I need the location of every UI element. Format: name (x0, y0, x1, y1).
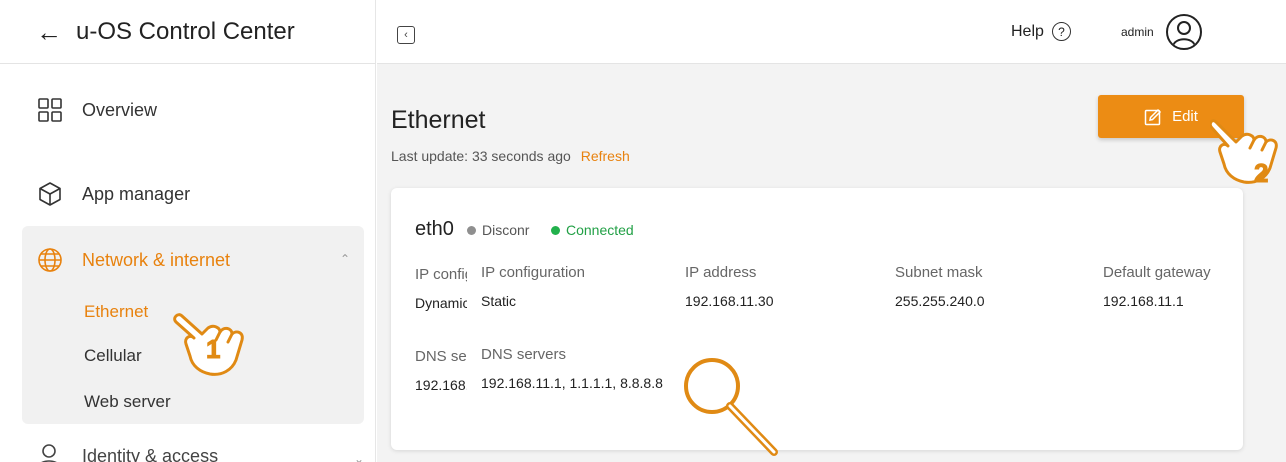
avatar-icon (1165, 14, 1202, 50)
help-button[interactable]: Help ? (1011, 22, 1071, 41)
ip-configuration: IP configuration Static (481, 264, 585, 309)
collapse-sidebar-icon[interactable]: ‹ (397, 26, 415, 44)
field-label: IP address (685, 264, 757, 281)
field-value: 255.255.240.0 (895, 293, 985, 309)
grid-icon (36, 96, 64, 124)
main-content: ‹ Help ? admin Ethernet Last update: 33 … (377, 0, 1286, 462)
magnifier-icon (684, 358, 778, 456)
refresh-link[interactable]: Refresh (581, 148, 630, 164)
last-update-text: Last update: 33 seconds ago (391, 148, 571, 164)
sidebar-item-network[interactable]: Network & internet (36, 246, 230, 274)
field-value: Static (481, 293, 517, 309)
help-label: Help (1011, 22, 1044, 40)
sidebar-subitem-ethernet[interactable]: Ethernet (84, 302, 148, 322)
sidebar: ← u-OS Control Center Overview App manag… (0, 0, 376, 462)
pointer-hand-step2-icon (1210, 119, 1278, 184)
sidebar-item-label: Identity & access (82, 445, 219, 462)
sidebar-item-label: App manager (82, 183, 191, 204)
field-value: 192.168.11.1, 1.1.1.1, 8.8.8.8 (481, 375, 663, 391)
edit-icon (1144, 108, 1162, 125)
user-menu[interactable]: admin (1121, 14, 1202, 50)
field-label: Subnet mask (895, 264, 983, 281)
status-badge: Connected (551, 222, 634, 238)
sidebar-header: ← u-OS Control Center (0, 0, 376, 64)
edit-label: Edit (1172, 108, 1198, 125)
field-value: 192.168.11.30 (685, 293, 774, 309)
chevron-up-icon[interactable]: ⌃ (340, 252, 350, 266)
status-dot-icon (467, 225, 476, 235)
question-icon: ? (1051, 22, 1071, 41)
status-text: Disconr (482, 222, 530, 238)
interface-name: eth0 (415, 218, 454, 240)
last-update: Last update: 33 seconds ago Refresh (391, 148, 630, 164)
identity-icon (36, 442, 64, 462)
sidebar-item-app-manager[interactable]: App manager (36, 180, 190, 208)
step1-number: 1 (205, 334, 221, 365)
status-old: Disconr (467, 222, 545, 238)
field-value: 192.168.11.1 (1103, 293, 1184, 309)
subnet-mask: Subnet mask 255.255.240.0 (895, 264, 985, 309)
sidebar-item-label: Network & internet (82, 249, 231, 270)
default-gateway: Default gateway 192.168.11.1 (1103, 264, 1211, 309)
sidebar-subitem-cellular[interactable]: Cellular (84, 346, 142, 366)
cube-icon (36, 180, 64, 208)
status-dot-icon (551, 225, 560, 235)
user-name: admin (1121, 25, 1154, 39)
field-label: DNS servers (481, 346, 567, 363)
chevron-down-icon[interactable]: ⌄ (354, 452, 364, 462)
dns-servers: DNS servers 192.168.11.1, 1.1.1.1, 8.8.8… (481, 346, 663, 391)
detail-overlay: IP configuration Static IP address 192.1… (467, 258, 1229, 414)
back-arrow-icon[interactable]: ← (36, 19, 62, 45)
sidebar-item-label: Overview (82, 99, 158, 120)
app-title: u-OS Control Center (76, 17, 295, 45)
sidebar-item-overview[interactable]: Overview (36, 96, 157, 124)
top-bar: ‹ Help ? admin (377, 0, 1286, 64)
page-title: Ethernet (391, 106, 486, 134)
globe-icon (36, 246, 64, 274)
field-label: Default gateway (1103, 264, 1211, 281)
sidebar-item-identity[interactable]: Identity & access (36, 442, 218, 462)
sidebar-subitem-web-server[interactable]: Web server (84, 392, 171, 412)
ip-address: IP address 192.168.11.30 (685, 264, 774, 309)
status-text: Connected (566, 222, 634, 238)
field-label: IP configuration (481, 264, 585, 281)
step2-number: 2 (1253, 158, 1269, 189)
